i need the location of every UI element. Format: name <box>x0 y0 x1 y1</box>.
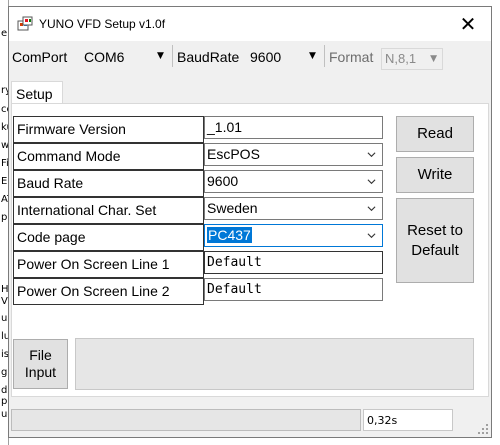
baud-rate-row: Baud Rate 9600 <box>13 170 383 197</box>
comport-dropdown[interactable]: COM6 ▼ <box>81 43 167 69</box>
code-page-dropdown[interactable]: PC437 <box>204 224 383 247</box>
format-label: Format <box>329 49 374 65</box>
command-mode-label: Command Mode <box>13 143 204 170</box>
chevron-down-icon <box>367 233 376 239</box>
command-mode-dropdown[interactable]: EscPOS <box>204 143 383 166</box>
chevron-down-icon <box>367 152 376 158</box>
chevron-down-icon: ▼ <box>430 54 437 64</box>
firmware-version-field[interactable]: _1.01 <box>204 116 383 139</box>
power-line-1-label: Power On Screen Line 1 <box>13 251 204 278</box>
toolbar: ComPort COM6 ▼ BaudRate 9600 ▼ Format N,… <box>9 41 491 71</box>
intl-char-set-dropdown[interactable]: Sweden <box>204 197 383 220</box>
chevron-down-icon: ▼ <box>309 51 316 61</box>
command-mode-row: Command Mode EscPOS <box>13 143 383 170</box>
file-input-button[interactable]: File Input <box>13 339 68 389</box>
bg-fragment: e <box>1 28 8 39</box>
chevron-down-icon <box>367 206 376 212</box>
close-button[interactable]: ✕ <box>445 7 491 41</box>
power-line-2-label: Power On Screen Line 2 <box>13 278 204 305</box>
power-line-2-value: Default <box>207 282 262 297</box>
bg-fragment: E <box>1 176 8 187</box>
bg-fragment: g <box>1 367 8 378</box>
close-icon: ✕ <box>459 12 477 36</box>
firmware-version-label: Firmware Version <box>13 116 204 143</box>
app-icon <box>17 16 33 31</box>
file-progress-area <box>75 338 474 390</box>
power-line-1-field[interactable]: Default <box>204 251 383 274</box>
power-line-1-row: Power On Screen Line 1 Default <box>13 251 383 278</box>
power-line-2-field[interactable]: Default <box>204 278 383 301</box>
code-page-selected-text: PC437 <box>207 227 252 243</box>
toolbar-separator <box>172 45 173 67</box>
window-title: YUNO VFD Setup v1.0f <box>39 17 166 31</box>
reset-to-default-button[interactable]: Reset to Default <box>396 198 474 283</box>
baud-rate-dropdown[interactable]: 9600 <box>204 170 383 193</box>
format-dropdown[interactable]: N,8,1 ▼ <box>381 48 443 70</box>
bg-fragment: V <box>1 296 8 307</box>
read-button[interactable]: Read <box>396 116 474 152</box>
format-value: N,8,1 <box>385 51 417 66</box>
status-progress-bar <box>11 409 361 431</box>
tab-strip: Setup <box>9 73 491 105</box>
code-page-label: Code page <box>13 224 204 251</box>
firmware-version-row: Firmware Version _1.01 <box>13 116 383 143</box>
code-page-value: PC437 <box>207 227 252 243</box>
baudrate-value: 9600 <box>250 49 282 65</box>
title-bar[interactable]: YUNO VFD Setup v1.0f ✕ <box>9 7 491 41</box>
resize-grip-icon[interactable] <box>477 423 489 435</box>
comport-value: COM6 <box>84 49 125 65</box>
tab-setup[interactable]: Setup <box>11 81 63 105</box>
baudrate-label: BaudRate <box>177 49 240 65</box>
power-line-1-value: Default <box>207 255 262 270</box>
firmware-version-value: _1.01 <box>207 119 243 135</box>
comport-label: ComPort <box>12 49 68 65</box>
chevron-down-icon <box>367 179 376 185</box>
status-bar: 0,32s <box>9 404 491 437</box>
power-line-2-row: Power On Screen Line 2 Default <box>13 278 383 305</box>
intl-char-set-label: International Char. Set <box>13 197 204 224</box>
baud-rate-label: Baud Rate <box>13 170 204 197</box>
setup-window: YUNO VFD Setup v1.0f ✕ ComPort COM6 ▼ Ba… <box>8 6 492 438</box>
intl-char-set-row: International Char. Set Sweden <box>13 197 383 224</box>
toolbar-separator <box>324 45 325 67</box>
command-mode-value: EscPOS <box>207 146 260 162</box>
chevron-down-icon: ▼ <box>157 51 164 61</box>
intl-char-set-value: Sweden <box>207 200 258 216</box>
code-page-row: Code page PC437 <box>13 224 383 251</box>
status-time: 0,32s <box>363 409 453 431</box>
baudrate-dropdown[interactable]: 9600 ▼ <box>247 43 323 69</box>
write-button[interactable]: Write <box>396 157 474 193</box>
baud-rate-value: 9600 <box>207 173 239 189</box>
